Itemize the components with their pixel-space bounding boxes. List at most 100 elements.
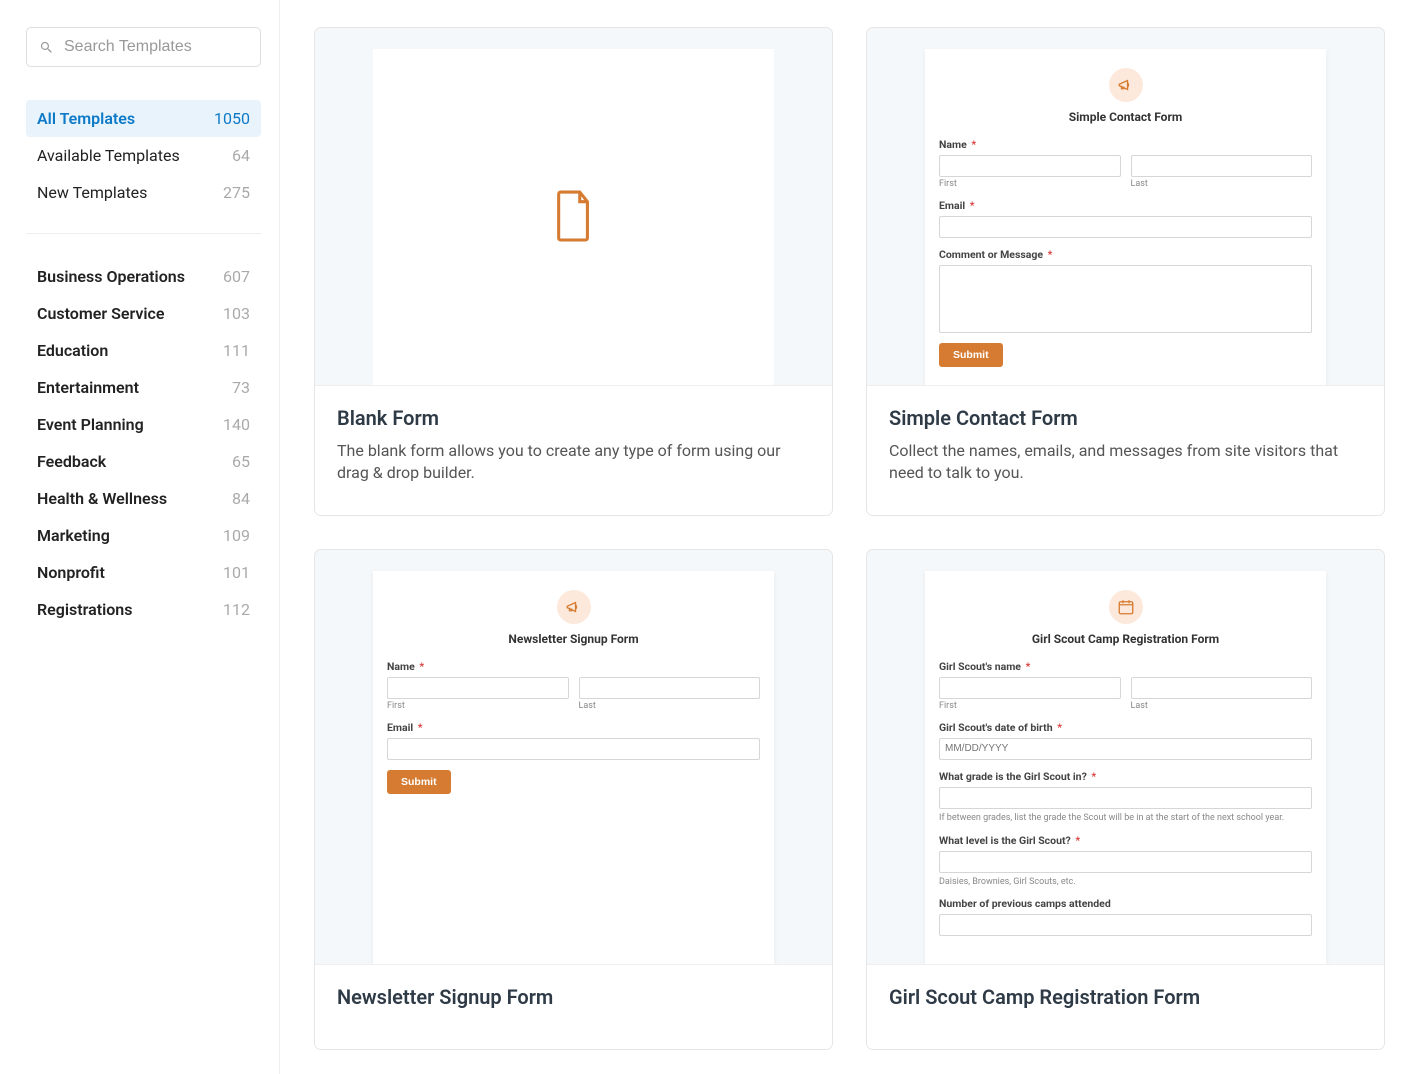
filter-list: All Templates 1050 Available Templates 6…: [26, 100, 261, 211]
category-count: 73: [232, 378, 250, 397]
card-title: Blank Form: [337, 406, 810, 430]
category-label: Marketing: [37, 526, 110, 545]
card-body: Newsletter Signup Form: [315, 964, 832, 1049]
category-count: 65: [232, 452, 250, 471]
category-count: 103: [223, 304, 250, 323]
category-count: 84: [232, 489, 250, 508]
input-first-name: [939, 155, 1121, 177]
category-label: Feedback: [37, 452, 106, 471]
category-business-operations[interactable]: Business Operations 607: [26, 258, 261, 295]
card-description: Collect the names, emails, and messages …: [889, 440, 1362, 485]
filter-available-templates[interactable]: Available Templates 64: [26, 137, 261, 174]
sidebar-divider: [26, 233, 261, 234]
category-nonprofit[interactable]: Nonprofit 101: [26, 554, 261, 591]
calendar-icon: [1109, 590, 1143, 624]
input-camps: [939, 914, 1312, 936]
card-description: The blank form allows you to create any …: [337, 440, 810, 485]
category-list: Business Operations 607 Customer Service…: [26, 258, 261, 628]
search-input[interactable]: [64, 38, 248, 56]
form-title: Newsletter Signup Form: [387, 632, 760, 646]
card-title: Newsletter Signup Form: [337, 985, 810, 1009]
form-preview: Simple Contact Form Name * First Last Em…: [925, 49, 1326, 385]
form-label-email: Email *: [387, 721, 760, 734]
category-label: Health & Wellness: [37, 489, 167, 508]
category-feedback[interactable]: Feedback 65: [26, 443, 261, 480]
search-icon: [39, 40, 54, 55]
category-label: Customer Service: [37, 304, 165, 323]
category-label: Business Operations: [37, 267, 185, 286]
filter-count: 275: [223, 183, 250, 202]
form-label-name: Name *: [939, 138, 1312, 151]
template-card-newsletter-signup-form[interactable]: Newsletter Signup Form Name * First Last…: [314, 549, 833, 1051]
card-title: Girl Scout Camp Registration Form: [889, 985, 1362, 1009]
sublabel-last: Last: [1131, 179, 1313, 189]
card-body: Simple Contact Form Collect the names, e…: [867, 385, 1384, 515]
category-entertainment[interactable]: Entertainment 73: [26, 369, 261, 406]
sublabel-last: Last: [579, 701, 761, 711]
form-label-camps: Number of previous camps attended: [939, 897, 1312, 910]
template-card-simple-contact-form[interactable]: Simple Contact Form Name * First Last Em…: [866, 27, 1385, 516]
template-grid: Blank Form The blank form allows you to …: [280, 0, 1419, 1074]
category-education[interactable]: Education 111: [26, 332, 261, 369]
input-dob: [939, 738, 1312, 760]
search-box[interactable]: [26, 27, 261, 67]
blank-preview: [373, 49, 774, 385]
category-count: 111: [223, 341, 250, 360]
input-grade: [939, 787, 1312, 809]
form-label-grade: What grade is the Girl Scout in? *: [939, 770, 1312, 783]
sublabel-first: First: [387, 701, 569, 711]
form-preview: Girl Scout Camp Registration Form Girl S…: [925, 571, 1326, 965]
megaphone-icon: [557, 590, 591, 624]
card-preview: Girl Scout Camp Registration Form Girl S…: [867, 550, 1384, 965]
category-label: Nonprofit: [37, 563, 105, 582]
form-title: Girl Scout Camp Registration Form: [939, 632, 1312, 646]
input-level: [939, 851, 1312, 873]
form-label-name: Girl Scout's name *: [939, 660, 1312, 673]
submit-button: Submit: [939, 343, 1003, 367]
hint-level: Daisies, Brownies, Girl Scouts, etc.: [939, 877, 1312, 888]
filter-all-templates[interactable]: All Templates 1050: [26, 100, 261, 137]
input-first-name: [939, 677, 1121, 699]
form-label-email: Email *: [939, 199, 1312, 212]
category-health-wellness[interactable]: Health & Wellness 84: [26, 480, 261, 517]
card-title: Simple Contact Form: [889, 406, 1362, 430]
category-count: 607: [223, 267, 250, 286]
filter-label: New Templates: [37, 183, 147, 202]
category-label: Registrations: [37, 600, 132, 619]
card-preview: Newsletter Signup Form Name * First Last…: [315, 550, 832, 965]
card-preview: Simple Contact Form Name * First Last Em…: [867, 28, 1384, 385]
card-body: Girl Scout Camp Registration Form: [867, 964, 1384, 1049]
form-title: Simple Contact Form: [939, 110, 1312, 124]
category-count: 101: [223, 563, 250, 582]
category-customer-service[interactable]: Customer Service 103: [26, 295, 261, 332]
template-card-girl-scout-camp-registration-form[interactable]: Girl Scout Camp Registration Form Girl S…: [866, 549, 1385, 1051]
category-count: 140: [223, 415, 250, 434]
input-last-name: [1131, 155, 1313, 177]
input-email: [939, 216, 1312, 238]
category-marketing[interactable]: Marketing 109: [26, 517, 261, 554]
form-preview: Newsletter Signup Form Name * First Last…: [373, 571, 774, 965]
sublabel-last: Last: [1131, 701, 1313, 711]
sublabel-first: First: [939, 701, 1121, 711]
sidebar: All Templates 1050 Available Templates 6…: [0, 0, 280, 1074]
filter-count: 1050: [214, 109, 250, 128]
card-body: Blank Form The blank form allows you to …: [315, 385, 832, 515]
submit-button: Submit: [387, 770, 451, 794]
category-label: Entertainment: [37, 378, 139, 397]
category-count: 112: [223, 600, 250, 619]
category-registrations[interactable]: Registrations 112: [26, 591, 261, 628]
input-last-name: [579, 677, 761, 699]
filter-count: 64: [232, 146, 250, 165]
form-label-dob: Girl Scout's date of birth *: [939, 721, 1312, 734]
input-comment: [939, 265, 1312, 333]
filter-label: All Templates: [37, 109, 135, 128]
card-preview: [315, 28, 832, 385]
hint-grade: If between grades, list the grade the Sc…: [939, 813, 1312, 824]
category-event-planning[interactable]: Event Planning 140: [26, 406, 261, 443]
input-first-name: [387, 677, 569, 699]
template-card-blank-form[interactable]: Blank Form The blank form allows you to …: [314, 27, 833, 516]
input-email: [387, 738, 760, 760]
category-label: Education: [37, 341, 108, 360]
megaphone-icon: [1109, 68, 1143, 102]
filter-new-templates[interactable]: New Templates 275: [26, 174, 261, 211]
